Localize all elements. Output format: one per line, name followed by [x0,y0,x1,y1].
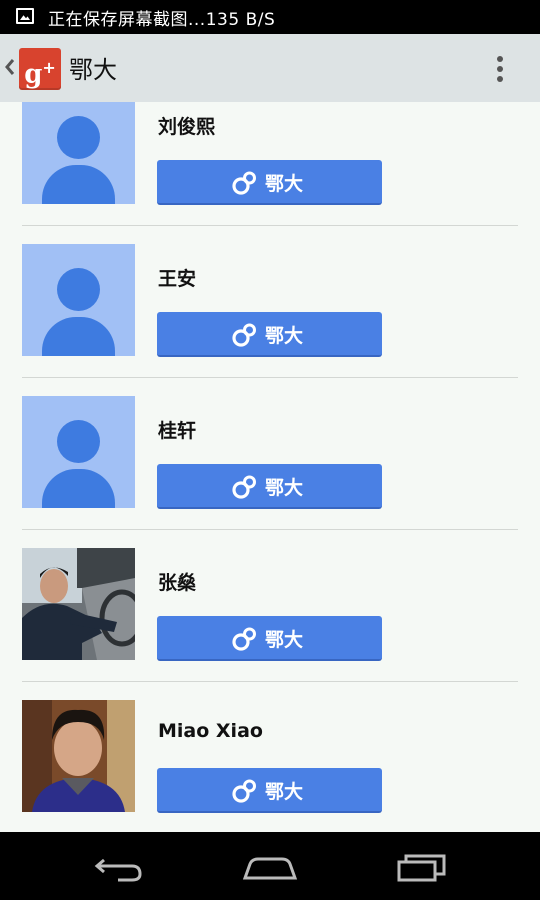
contact-list[interactable]: 刘俊熙 鄂大 王安 鄂大 桂轩 鄂大 张燊 鄂大 Miao Xiao 鄂大 [0,102,540,832]
add-to-circle-button[interactable]: 鄂大 [157,464,382,509]
button-label: 鄂大 [265,325,304,347]
page-title: 鄂大 [69,56,117,84]
navigation-bar [0,832,540,900]
list-item: Miao Xiao 鄂大 [0,700,540,832]
list-item: 张燊 鄂大 [0,548,540,700]
overflow-menu-icon[interactable] [489,54,511,84]
contact-name: 刘俊熙 [158,116,216,138]
avatar-photo[interactable] [22,548,135,660]
button-label: 鄂大 [265,629,304,651]
back-icon[interactable] [88,850,148,884]
logo-letter: g [24,59,43,90]
button-label: 鄂大 [265,477,304,499]
divider [22,681,518,682]
divider [22,225,518,226]
circles-icon [232,627,256,651]
contact-name: 王安 [158,268,197,290]
contact-name: 桂轩 [158,420,197,442]
add-to-circle-button[interactable]: 鄂大 [157,616,382,661]
logo-plus: + [42,58,56,77]
button-label: 鄂大 [265,173,304,195]
google-plus-logo[interactable]: g+ [19,48,61,90]
avatar[interactable] [22,102,135,204]
status-bar: 正在保存屏幕截图...135 B/S [0,0,540,34]
contact-name: Miao Xiao [158,720,263,742]
avatar[interactable] [22,396,135,508]
circles-icon [232,475,256,499]
app-bar: g+ 鄂大 [0,34,540,102]
add-to-circle-button[interactable]: 鄂大 [157,312,382,357]
recents-icon[interactable] [392,850,452,884]
list-item: 桂轩 鄂大 [0,396,540,548]
avatar[interactable] [22,244,135,356]
add-to-circle-button[interactable]: 鄂大 [157,768,382,813]
home-icon[interactable] [240,850,300,884]
status-text: 正在保存屏幕截图...135 B/S [48,10,276,30]
add-to-circle-button[interactable]: 鄂大 [157,160,382,205]
circles-icon [232,779,256,803]
back-chevron-icon[interactable] [4,58,16,76]
list-item: 刘俊熙 鄂大 [0,102,540,226]
circles-icon [232,171,256,195]
screenshot-icon [16,8,34,24]
button-label: 鄂大 [265,781,304,803]
divider [22,377,518,378]
list-item: 王安 鄂大 [0,244,540,396]
divider [22,529,518,530]
avatar-photo[interactable] [22,700,135,812]
circles-icon [232,323,256,347]
contact-name: 张燊 [158,572,197,594]
